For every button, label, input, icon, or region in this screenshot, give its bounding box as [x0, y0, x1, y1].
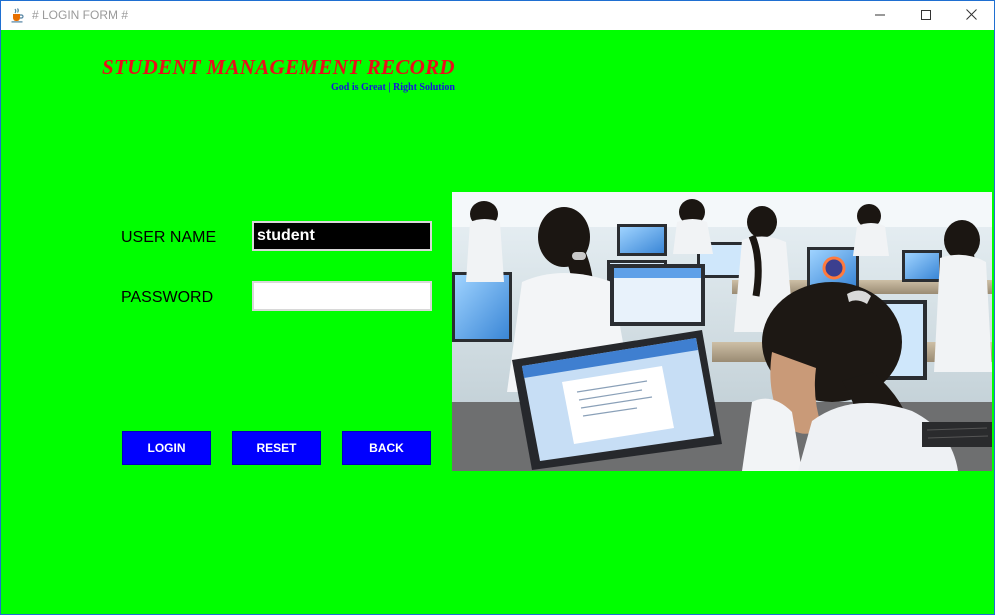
username-input[interactable] — [252, 221, 432, 251]
window-title: # LOGIN FORM # — [32, 8, 129, 22]
close-button[interactable] — [948, 1, 994, 30]
password-label: PASSWORD — [121, 289, 214, 306]
minimize-icon — [875, 7, 885, 25]
java-cup-icon — [9, 7, 25, 23]
computer-lab-photo — [452, 192, 992, 471]
app-heading: STUDENT MANAGEMENT RECORD — [102, 55, 455, 79]
form-content: STUDENT MANAGEMENT RECORD God is Great |… — [1, 30, 994, 614]
login-window: # LOGIN FORM # STUDENT MANAGEMENT RECORD… — [0, 0, 995, 615]
app-subheading: God is Great | Right Solution — [331, 82, 455, 93]
username-label: USER NAME — [121, 229, 217, 246]
maximize-button[interactable] — [903, 1, 949, 30]
minimize-button[interactable] — [857, 1, 903, 30]
login-button[interactable]: LOGIN — [122, 431, 211, 465]
close-icon — [965, 7, 977, 25]
title-bar[interactable]: # LOGIN FORM # — [1, 1, 994, 30]
reset-button[interactable]: RESET — [232, 431, 321, 465]
maximize-icon — [921, 7, 931, 25]
back-button[interactable]: BACK — [342, 431, 431, 465]
password-input[interactable] — [252, 281, 432, 311]
